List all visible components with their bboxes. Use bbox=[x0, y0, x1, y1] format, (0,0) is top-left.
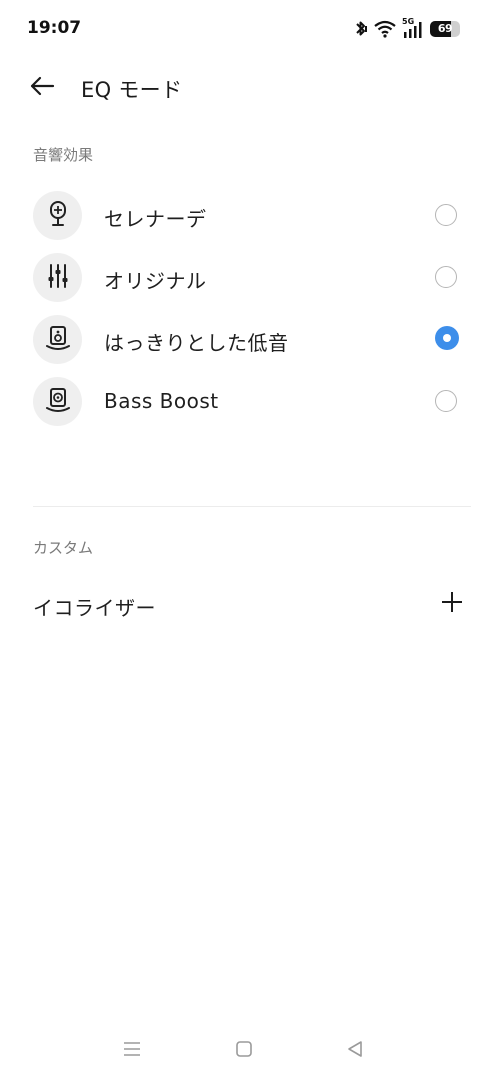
eq-item-serenade[interactable]: セレナーデ bbox=[0, 185, 491, 247]
app-bar: EQ モード bbox=[0, 60, 491, 116]
menu-icon bbox=[122, 1040, 142, 1062]
section-header-sound-effects: 音響効果 bbox=[33, 146, 94, 164]
back-nav-button[interactable] bbox=[342, 1038, 368, 1064]
eq-icon-container bbox=[33, 315, 82, 364]
eq-item-label: Bass Boost bbox=[104, 389, 219, 413]
bluetooth-icon bbox=[354, 19, 368, 39]
eq-item-clear-bass[interactable]: はっきりとした低音 bbox=[0, 309, 491, 371]
speaker-icon bbox=[45, 325, 71, 355]
eq-item-label: セレナーデ bbox=[104, 207, 207, 231]
equalizer-row[interactable]: イコライザー bbox=[0, 578, 491, 630]
section-header-custom: カスタム bbox=[33, 539, 94, 557]
eq-icon-container bbox=[33, 191, 82, 240]
cellular-signal-icon: 5G bbox=[402, 17, 424, 39]
recent-apps-button[interactable] bbox=[119, 1038, 145, 1064]
status-time: 19:07 bbox=[27, 18, 82, 38]
radio-button-selected[interactable] bbox=[435, 326, 459, 350]
add-equalizer-button[interactable] bbox=[438, 590, 466, 618]
arrow-left-icon bbox=[29, 76, 55, 100]
eq-item-label: はっきりとした低音 bbox=[104, 331, 289, 355]
back-triangle-icon bbox=[346, 1040, 364, 1062]
equalizer-label: イコライザー bbox=[33, 596, 156, 620]
battery-icon: 69 bbox=[430, 21, 460, 37]
eq-item-bass-boost[interactable]: Bass Boost bbox=[0, 371, 491, 433]
eq-icon-container bbox=[33, 253, 82, 302]
status-icons: 5G 69 bbox=[354, 17, 460, 40]
status-bar: 19:07 5G 69 bbox=[0, 0, 491, 56]
eq-icon-container bbox=[33, 377, 82, 426]
back-button[interactable] bbox=[24, 70, 60, 106]
radio-button[interactable] bbox=[435, 390, 457, 412]
battery-level: 69 bbox=[437, 22, 453, 35]
equalizer-sliders-icon bbox=[46, 263, 70, 293]
page-title: EQ モード bbox=[81, 78, 183, 102]
radio-button[interactable] bbox=[435, 266, 457, 288]
section-divider bbox=[33, 506, 471, 507]
microphone-plus-icon bbox=[46, 200, 70, 232]
eq-item-label: オリジナル bbox=[104, 269, 207, 293]
system-navigation-bar bbox=[0, 1028, 491, 1072]
eq-mode-list: セレナーデ オリジナル はっきりとした低音 Bass Boost bbox=[0, 185, 491, 433]
home-button[interactable] bbox=[231, 1038, 257, 1064]
subwoofer-icon bbox=[45, 387, 71, 417]
home-square-icon bbox=[235, 1040, 253, 1062]
radio-button[interactable] bbox=[435, 204, 457, 226]
wifi-icon bbox=[374, 20, 396, 38]
eq-item-original[interactable]: オリジナル bbox=[0, 247, 491, 309]
plus-icon bbox=[441, 591, 463, 617]
